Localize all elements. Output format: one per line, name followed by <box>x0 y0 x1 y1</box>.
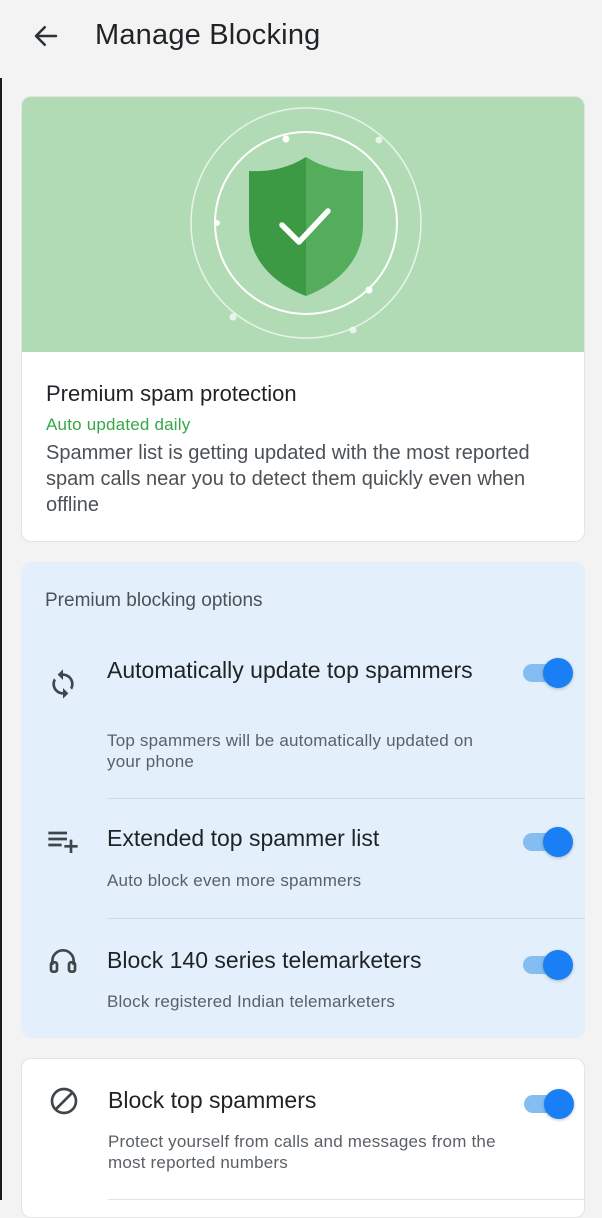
toggle-thumb <box>543 658 573 688</box>
toggle-thumb <box>544 1089 574 1119</box>
setting-title: Extended top spammer list <box>107 825 380 851</box>
extended-list-toggle[interactable] <box>521 824 573 858</box>
block-icon <box>46 1083 82 1119</box>
arrow-left-icon <box>34 26 58 46</box>
back-button[interactable] <box>26 18 66 54</box>
setting-description: Protect yourself from calls and messages… <box>108 1132 496 1172</box>
hero-subtitle: Auto updated daily <box>46 415 191 434</box>
hero-description: Spammer list is getting updated with the… <box>46 442 530 516</box>
premium-protection-card: Premium spam protection Auto updated dai… <box>21 96 585 542</box>
setting-title: Block 140 series telemarketers <box>107 947 422 973</box>
setting-row-auto-update[interactable]: Automatically update top spammers Top sp… <box>21 562 585 798</box>
setting-description: Top spammers will be automatically updat… <box>107 731 474 771</box>
toggle-thumb <box>543 827 573 857</box>
setting-title: Block top spammers <box>108 1087 317 1113</box>
block-top-spammers-card: Block top spammers Protect yourself from… <box>21 1058 585 1218</box>
auto-update-toggle[interactable] <box>521 655 573 689</box>
playlist-add-icon <box>45 823 81 859</box>
telemarketers-toggle[interactable] <box>521 947 573 981</box>
shield-check-icon <box>190 107 422 339</box>
headset-icon <box>45 943 81 979</box>
page-title: Manage Blocking <box>95 19 321 51</box>
setting-row-block-top-spammers[interactable]: Block top spammers Protect yourself from… <box>22 1059 584 1199</box>
premium-blocking-options-card: Premium blocking options Automatically u… <box>21 562 585 1038</box>
hero-title: Premium spam protection <box>46 381 297 406</box>
setting-title: Automatically update top spammers <box>107 657 473 683</box>
setting-description: Auto block even more spammers <box>107 871 362 890</box>
toggle-thumb <box>543 950 573 980</box>
app-bar: Manage Blocking <box>0 0 602 78</box>
setting-row-telemarketers[interactable]: Block 140 series telemarketers Block reg… <box>21 919 585 1038</box>
setting-description: Block registered Indian telemarketers <box>107 992 396 1011</box>
setting-row-extended-list[interactable]: Extended top spammer list Auto block eve… <box>21 799 585 918</box>
hero-banner <box>22 97 584 352</box>
sync-icon <box>45 666 81 702</box>
left-edge <box>0 0 2 1200</box>
block-top-spammers-toggle[interactable] <box>522 1086 574 1120</box>
